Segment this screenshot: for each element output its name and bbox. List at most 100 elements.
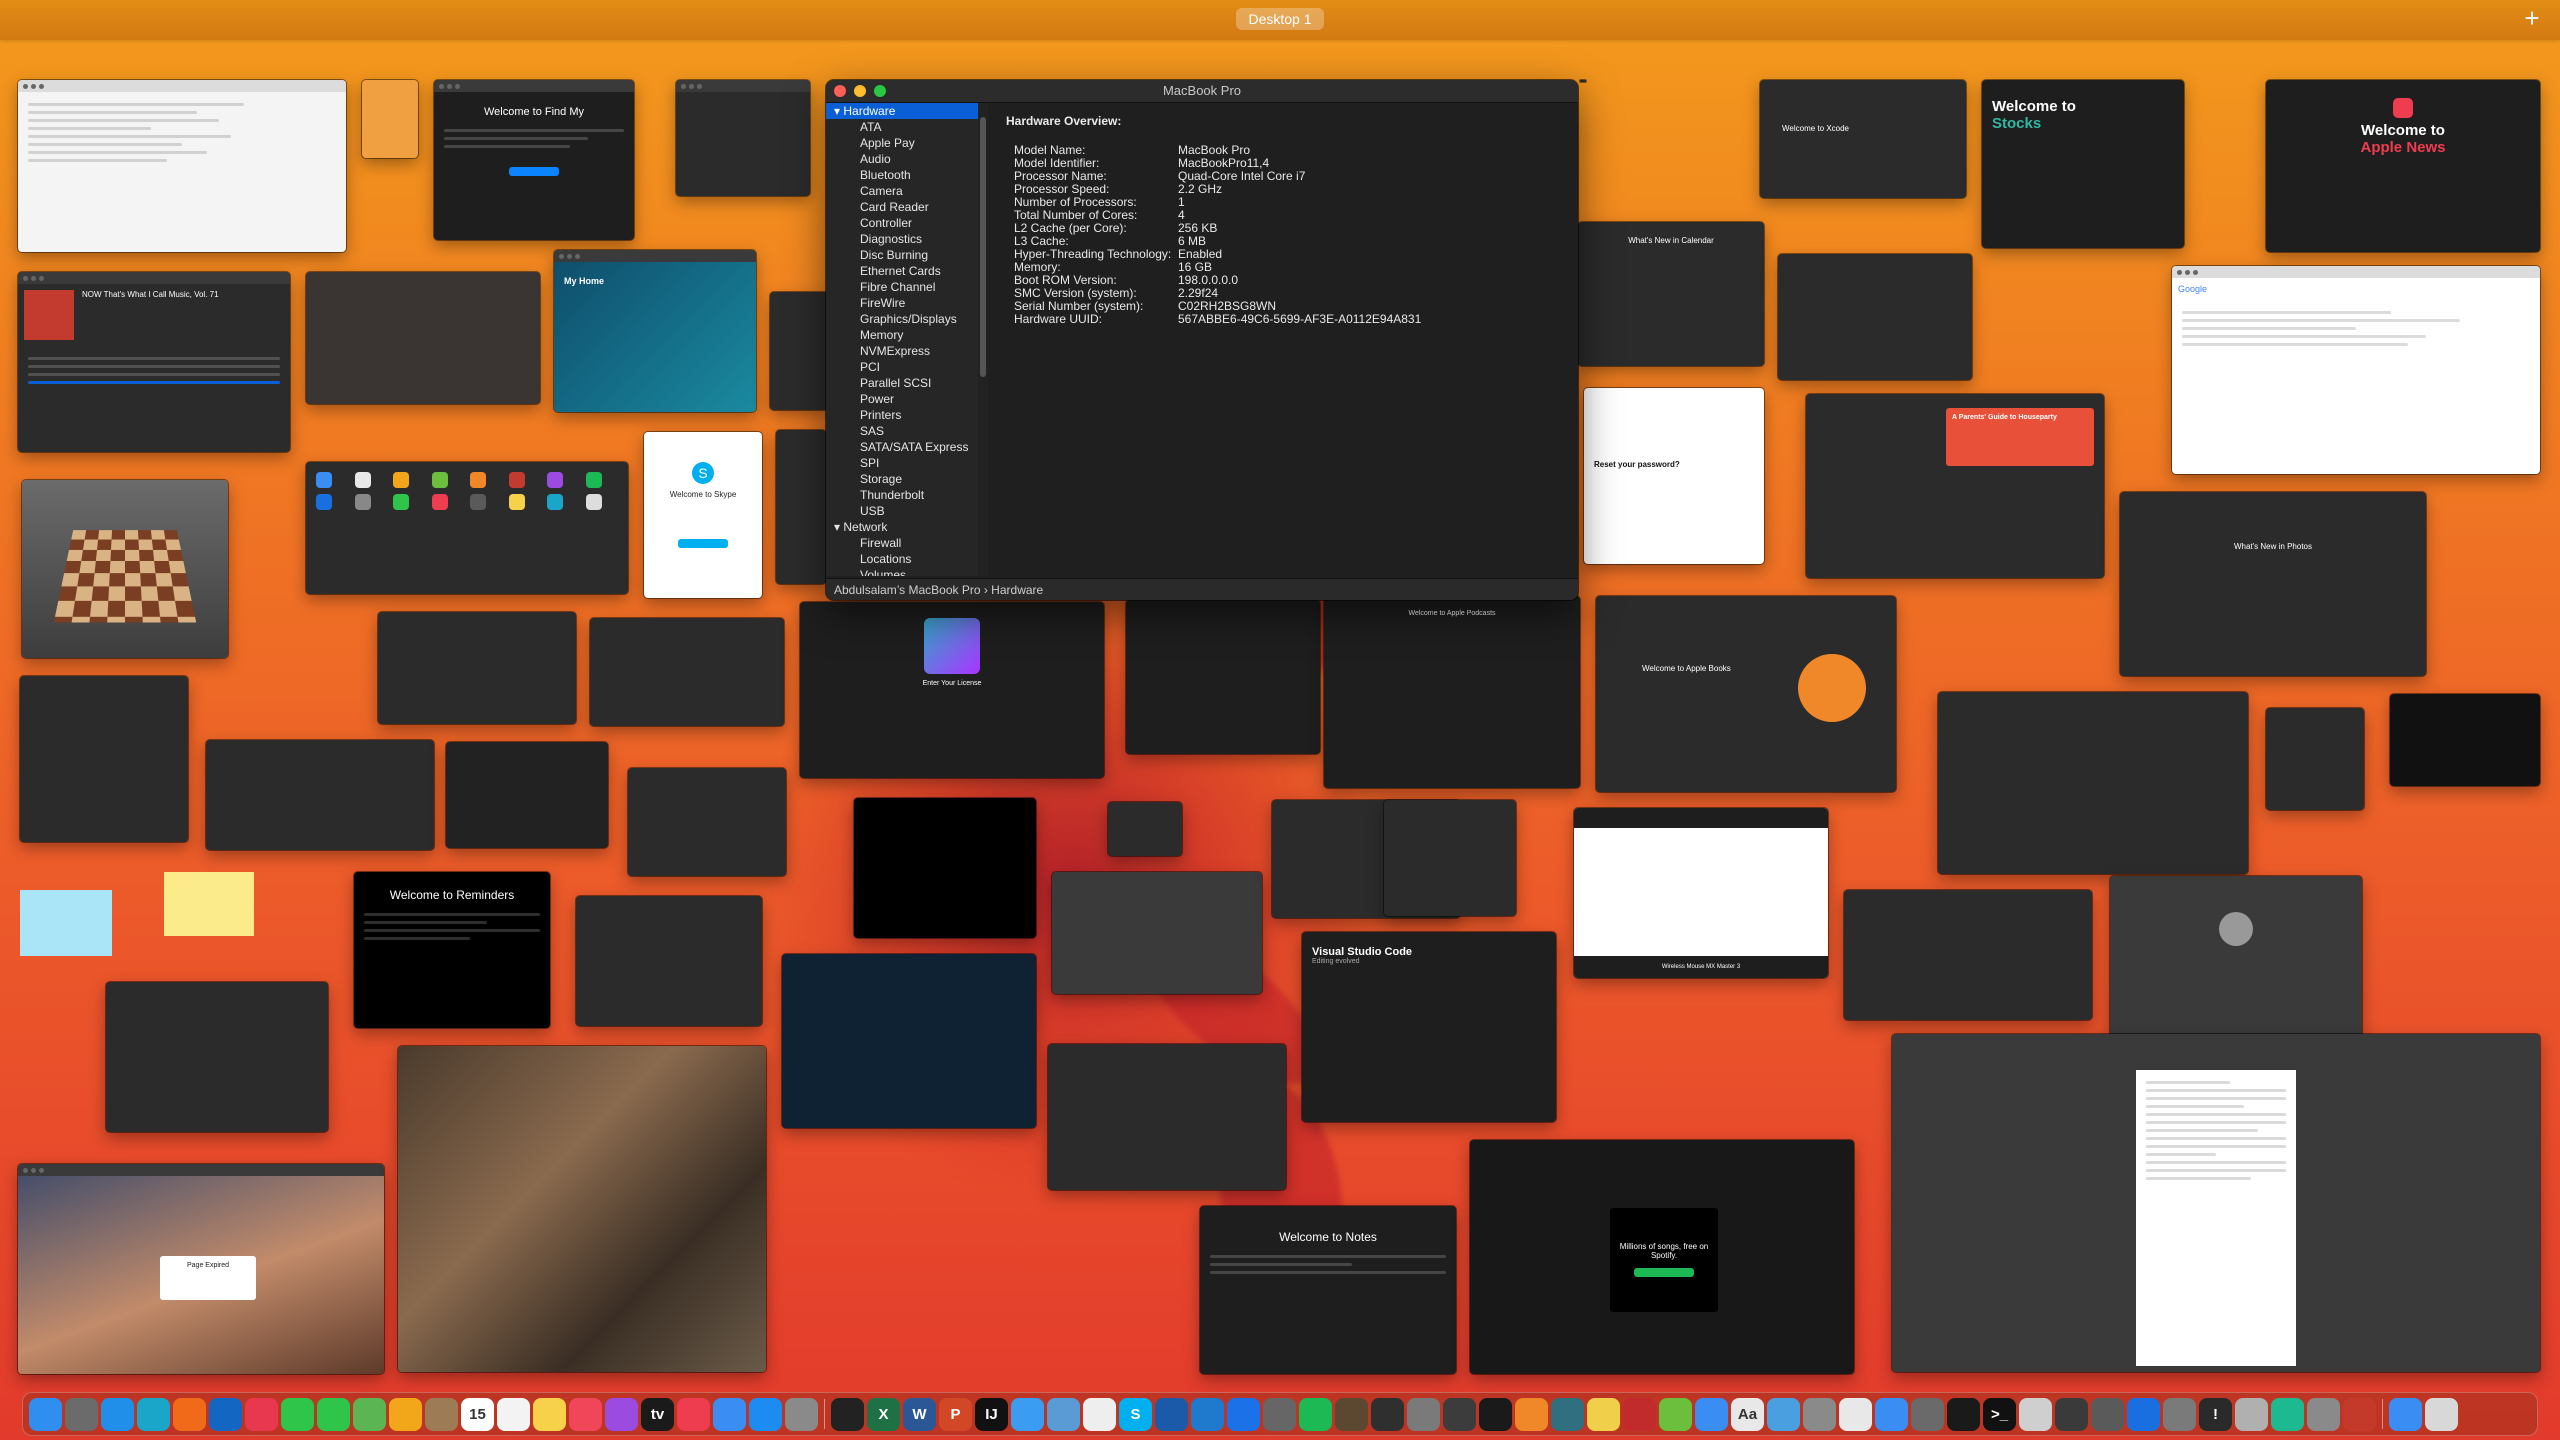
spotify-dialog[interactable]: Millions of songs, free on Spotify.	[1610, 1208, 1718, 1312]
logitech-icon[interactable]	[1263, 1397, 1296, 1431]
window-vpn[interactable]	[1052, 872, 1262, 994]
sidebar-item[interactable]: Apple Pay	[826, 135, 978, 151]
sidebar-item[interactable]: Memory	[826, 327, 978, 343]
news2-icon[interactable]	[677, 1397, 710, 1431]
sidebar-item[interactable]: Power	[826, 391, 978, 407]
scripteditor-icon[interactable]	[1803, 1397, 1836, 1431]
window-vscode[interactable]: Visual Studio Code Editing evolved	[1302, 932, 1556, 1122]
voiceover-icon[interactable]	[1911, 1397, 1944, 1431]
window-logitech-options[interactable]: Wireless Mouse MX Master 3	[1574, 808, 1828, 978]
window-launchpad-games[interactable]	[590, 618, 784, 726]
terminal-icon[interactable]: >_	[1983, 1397, 2016, 1431]
window-user-login[interactable]	[2110, 876, 2362, 1056]
shield-icon[interactable]	[1839, 1397, 1872, 1431]
chess-icon[interactable]	[1335, 1397, 1368, 1431]
reminders-icon[interactable]	[497, 1397, 530, 1431]
window-finder-table[interactable]	[106, 982, 328, 1132]
character-icon[interactable]: Aa	[1731, 1397, 1764, 1431]
books-icon[interactable]	[1515, 1397, 1548, 1431]
sidebar-item[interactable]: Parallel SCSI	[826, 375, 978, 391]
sidebar-scrollbar[interactable]	[978, 103, 988, 576]
desktop-1-tab[interactable]: Desktop 1	[1236, 8, 1324, 30]
window-blank-dark[interactable]	[306, 272, 540, 404]
sidebar-item[interactable]: ATA	[826, 119, 978, 135]
sidebar-item[interactable]: Locations	[826, 551, 978, 567]
photobooth-icon[interactable]	[1623, 1397, 1656, 1431]
console-warning-icon[interactable]: !	[2199, 1397, 2232, 1431]
notes-icon[interactable]	[533, 1397, 566, 1431]
sidebar-group-network[interactable]: ▾ Network	[826, 519, 978, 535]
window-word-document[interactable]	[1892, 1034, 2540, 1372]
keynote-icon[interactable]	[713, 1397, 746, 1431]
dashboard-icon[interactable]	[1371, 1397, 1404, 1431]
window-maps[interactable]	[782, 954, 1036, 1128]
window-contacts[interactable]	[20, 676, 188, 842]
preview-icon[interactable]	[1047, 1397, 1080, 1431]
sidebar-item[interactable]: Thunderbolt	[826, 487, 978, 503]
system-information-window[interactable]: MacBook Pro ▾ Hardware ATA Apple Pay Audio B…	[826, 80, 1578, 600]
window-notes[interactable]: Welcome to Notes	[1200, 1206, 1456, 1374]
window-license[interactable]: Enter Your License	[800, 602, 1104, 778]
tv-icon[interactable]: tv	[641, 1397, 674, 1431]
trash-icon[interactable]	[2425, 1397, 2458, 1431]
bluetooth-icon[interactable]	[2127, 1397, 2160, 1431]
calendar-icon[interactable]: 15	[461, 1397, 494, 1431]
launchpad-icon[interactable]	[65, 1397, 98, 1431]
sidebar-item[interactable]: Fibre Channel	[826, 279, 978, 295]
sidebar-item[interactable]: Ethernet Cards	[826, 263, 978, 279]
appstore-icon[interactable]	[749, 1397, 782, 1431]
firefox-icon[interactable]	[173, 1397, 206, 1431]
sidebar-group-hardware[interactable]: ▾ Hardware	[826, 103, 978, 119]
close-button[interactable]	[834, 85, 846, 97]
window-apple-books[interactable]: Welcome to Apple Books	[1596, 596, 1896, 792]
mail-icon[interactable]	[1695, 1397, 1728, 1431]
window-small-dark[interactable]	[2266, 708, 2364, 810]
window-istat-gauges[interactable]	[1126, 600, 1320, 754]
settings-icon[interactable]	[785, 1397, 818, 1431]
sidebar-item[interactable]: SATA/SATA Express	[826, 439, 978, 455]
sidebar-item[interactable]: FireWire	[826, 295, 978, 311]
powerpoint-icon[interactable]: P	[939, 1397, 972, 1431]
window-disk-utility[interactable]	[1048, 1044, 1286, 1190]
textedit-icon[interactable]	[1083, 1397, 1116, 1431]
screenshot-icon[interactable]	[1767, 1397, 1800, 1431]
piano-icon[interactable]	[831, 1397, 864, 1431]
outlook-icon[interactable]	[209, 1397, 242, 1431]
wifi-icon[interactable]	[1875, 1397, 1908, 1431]
maps-icon[interactable]	[353, 1397, 386, 1431]
window-browser-page-expired[interactable]: Page Expired	[18, 1164, 384, 1374]
window-system-report-light[interactable]	[18, 80, 346, 252]
window-launchpad-apps[interactable]	[306, 462, 628, 594]
window-xcode[interactable]: Welcome to Xcode	[1760, 80, 1966, 198]
window-podcasts[interactable]: Welcome to Apple Podcasts	[1324, 596, 1580, 788]
add-desktop-button[interactable]: +	[2518, 4, 2546, 32]
skype-signin-button[interactable]	[678, 539, 728, 548]
window-partial-1[interactable]	[770, 292, 828, 410]
facetime-icon[interactable]	[281, 1397, 314, 1431]
sidebar-item[interactable]: Firewall	[826, 535, 978, 551]
console-icon[interactable]	[1947, 1397, 1980, 1431]
sidebar-item[interactable]: NVMExpress	[826, 343, 978, 359]
window-apple-news[interactable]: Welcome to Apple News	[2266, 80, 2540, 252]
window-music[interactable]: NOW That's What I Call Music, Vol. 71	[18, 272, 290, 452]
window-partial-2[interactable]	[776, 430, 826, 584]
window-houseparty[interactable]: A Parents' Guide to Houseparty	[1806, 394, 2104, 578]
spotify-icon[interactable]	[1299, 1397, 1332, 1431]
printer-icon[interactable]	[2307, 1397, 2340, 1431]
spotify-signup-button[interactable]	[1634, 1268, 1694, 1277]
window-blank-dark-2[interactable]	[1938, 692, 2248, 874]
window-photos-wallpaper[interactable]	[398, 1046, 766, 1372]
sidebar-item[interactable]: Disc Burning	[826, 247, 978, 263]
timemachine-icon[interactable]	[1443, 1397, 1476, 1431]
zoom-button[interactable]	[874, 85, 886, 97]
sidebar-item[interactable]: Printers	[826, 407, 978, 423]
cube-icon[interactable]	[1659, 1397, 1692, 1431]
vpn-icon[interactable]	[2343, 1397, 2376, 1431]
virtualbox-icon[interactable]	[1155, 1397, 1188, 1431]
compass-icon[interactable]	[2055, 1397, 2088, 1431]
sidebar-item[interactable]: USB	[826, 503, 978, 519]
window-terminal[interactable]	[446, 742, 608, 848]
sidebar-item[interactable]: Bluetooth	[826, 167, 978, 183]
music-icon[interactable]	[569, 1397, 602, 1431]
window-home[interactable]: My Home	[554, 250, 756, 412]
